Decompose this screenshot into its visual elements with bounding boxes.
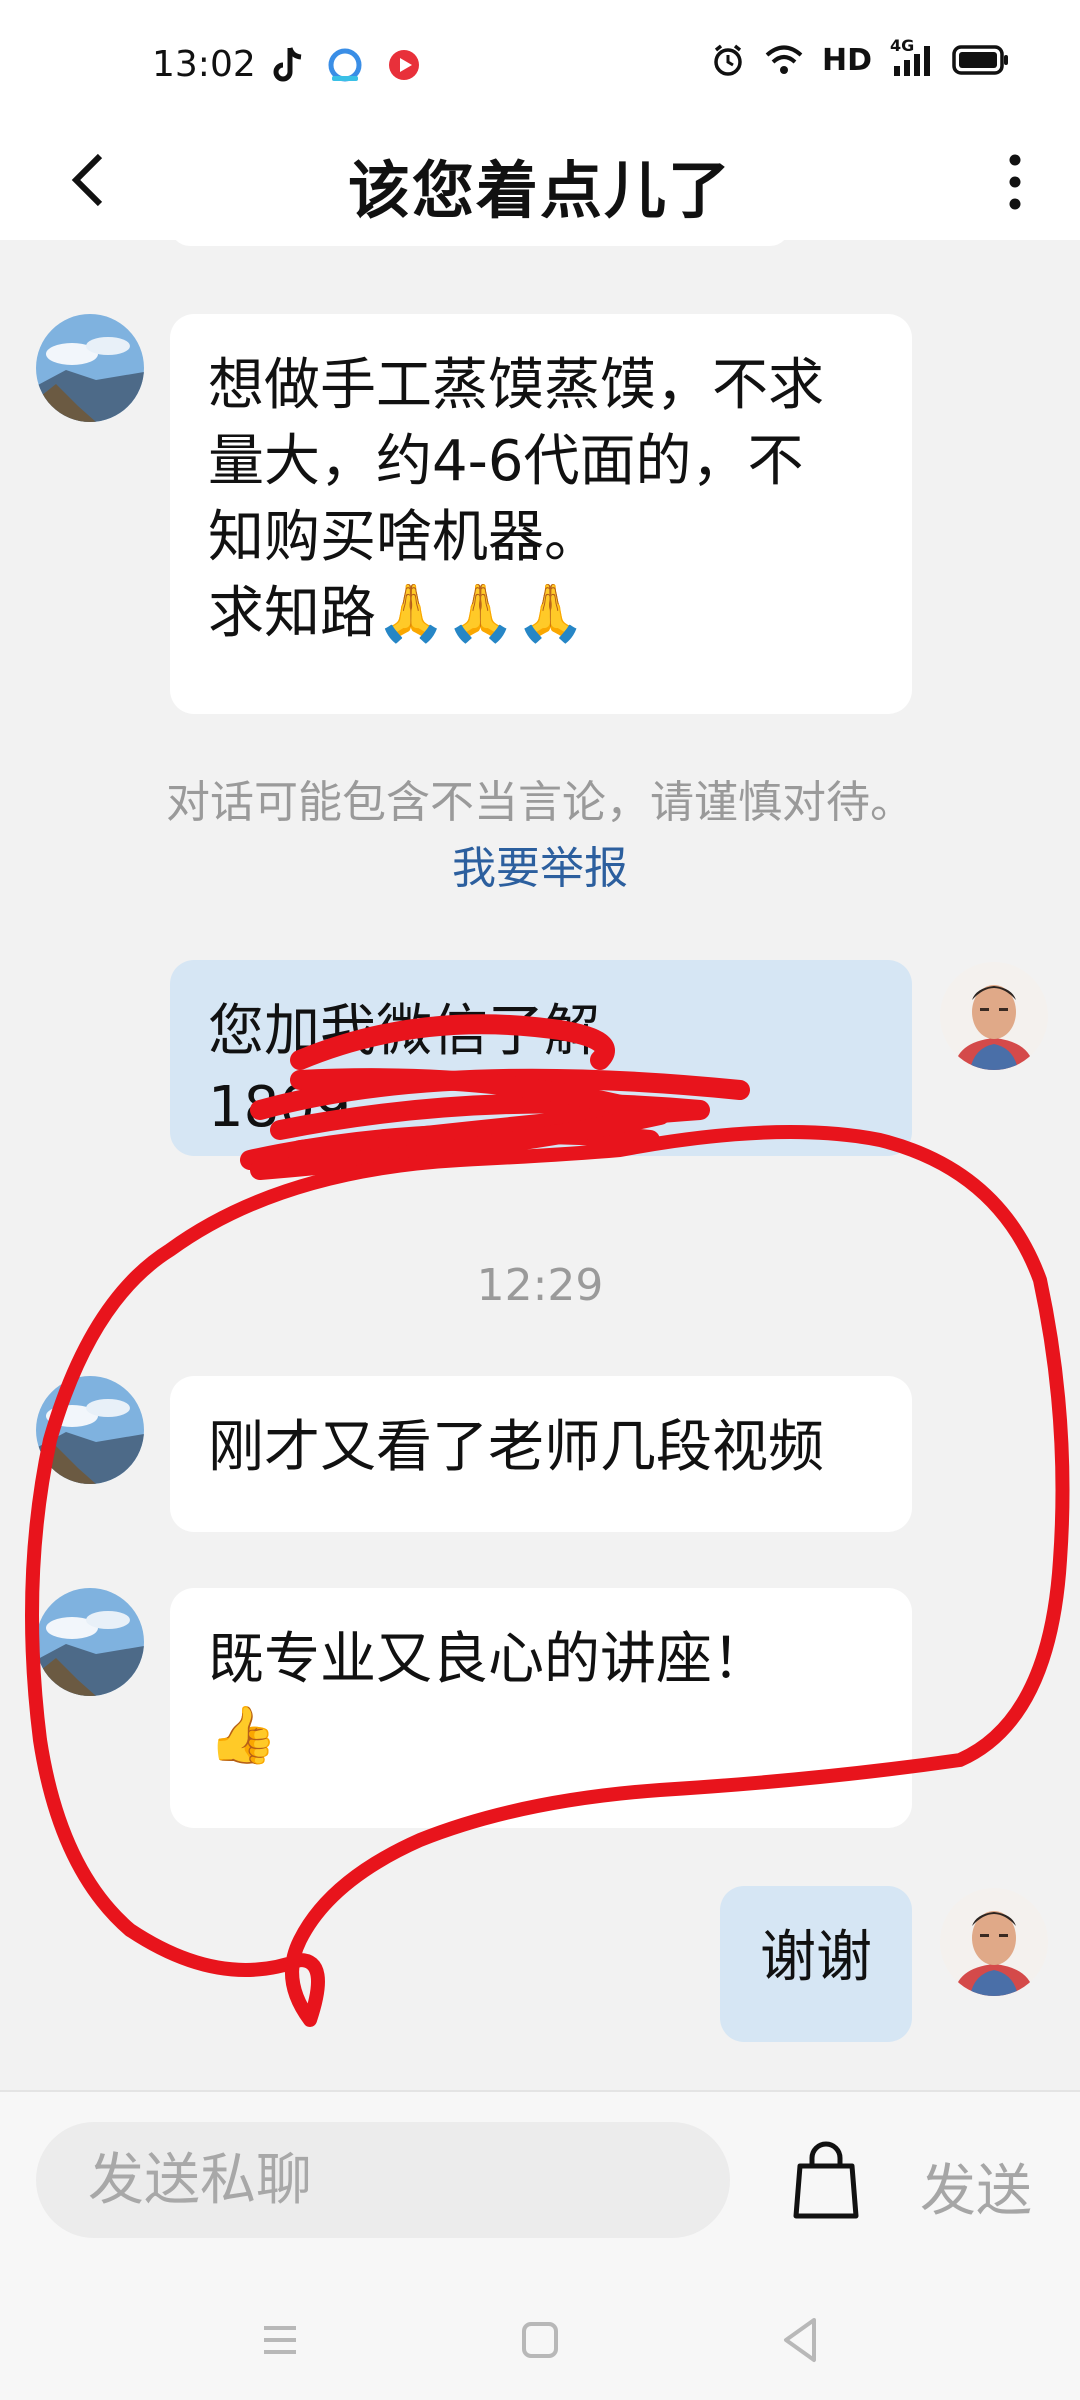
message-bubble-incoming[interactable]: 刚才又看了老师几段视频 xyxy=(170,1376,912,1532)
notice-text: 对话可能包含不当言论，请谨慎对待。 xyxy=(166,777,914,828)
menu-icon[interactable] xyxy=(250,2310,310,2370)
message-bubble-outgoing[interactable]: 您加我微信了解 1809 xyxy=(170,960,912,1156)
status-time: 13:02 xyxy=(152,44,256,85)
sender-avatar[interactable] xyxy=(36,314,144,422)
mountain-avatar-icon xyxy=(36,314,144,422)
previous-message-bubble xyxy=(170,240,790,246)
person-avatar-icon xyxy=(940,1888,1048,1996)
system-nav-bar xyxy=(0,2270,1080,2400)
title-bar: 该您着点儿了 xyxy=(0,120,1080,240)
status-right: HD 4G xyxy=(710,36,1010,78)
network-hd-label: HD xyxy=(821,42,872,78)
back-triangle-icon[interactable] xyxy=(770,2310,830,2370)
message-text: 既专业又良心的讲座！ 👍 xyxy=(208,1627,768,1768)
message-input[interactable] xyxy=(36,2122,730,2238)
message-bubble-incoming[interactable]: 想做手工蒸馍蒸馍，不求 量大，约4-6代面的，不 知购买啥机器。 求知路🙏🙏🙏 xyxy=(170,314,912,714)
message-text: 谢谢 xyxy=(760,1925,872,1990)
signal-indicator: 4G xyxy=(890,36,934,78)
more-options-button[interactable] xyxy=(980,142,1050,222)
send-button[interactable]: 发送 xyxy=(920,2146,1032,2227)
self-avatar[interactable] xyxy=(940,962,1048,1070)
message-timestamp: 12:29 xyxy=(476,1260,604,1311)
status-app-icons xyxy=(270,46,422,84)
shopping-bag-icon xyxy=(793,2141,859,2219)
chat-title: 该您着点儿了 xyxy=(347,154,732,227)
message-bubble-incoming[interactable]: 既专业又良心的讲座！ 👍 xyxy=(170,1588,912,1828)
safety-notice: 对话可能包含不当言论，请谨慎对待。我要举报 xyxy=(160,770,920,902)
more-vertical-icon xyxy=(1009,154,1021,210)
mountain-avatar-icon xyxy=(36,1376,144,1484)
alarm-icon xyxy=(714,44,742,76)
home-square-icon[interactable] xyxy=(510,2310,570,2370)
battery-icon xyxy=(952,45,1008,75)
tiktok-icon xyxy=(273,47,302,82)
mountain-avatar-icon xyxy=(36,1588,144,1696)
message-text: 想做手工蒸馍蒸馍，不求 量大，约4-6代面的，不 知购买啥机器。 求知路🙏🙏🙏 xyxy=(208,353,824,646)
self-avatar[interactable] xyxy=(940,1888,1048,1996)
person-avatar-icon xyxy=(940,962,1048,1070)
sender-avatar[interactable] xyxy=(36,1376,144,1484)
report-link[interactable]: 我要举报 xyxy=(452,843,628,894)
message-bubble-outgoing[interactable]: 谢谢 xyxy=(720,1886,912,2042)
input-bar: 发送 xyxy=(0,2090,1080,2270)
browser-icon xyxy=(328,48,362,82)
shopping-bag-button[interactable] xyxy=(786,2136,866,2222)
message-text: 您加我微信了解 1809 xyxy=(208,999,600,1140)
sender-avatar[interactable] xyxy=(36,1588,144,1696)
video-app-icon xyxy=(389,50,419,80)
status-bar: 13:02 HD 4G xyxy=(0,0,1080,140)
signal-icon xyxy=(894,46,930,76)
chat-area[interactable]: 想做手工蒸馍蒸馍，不求 量大，约4-6代面的，不 知购买啥机器。 求知路🙏🙏🙏 … xyxy=(0,240,1080,2090)
message-text: 刚才又看了老师几段视频 xyxy=(208,1415,824,1480)
wifi-icon xyxy=(765,45,803,74)
